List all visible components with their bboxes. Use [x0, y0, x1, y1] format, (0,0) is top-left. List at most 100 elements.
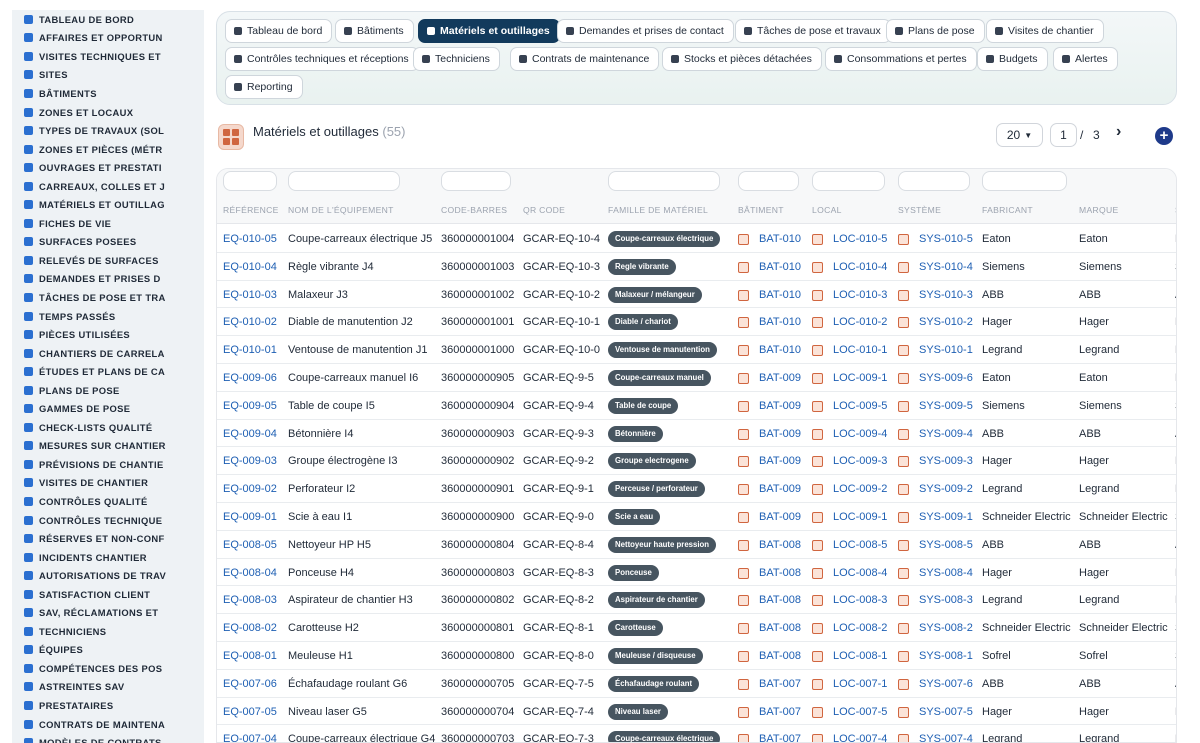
cell-system[interactable]: SYS-008-5	[919, 539, 973, 551]
cell-ref[interactable]: EQ-009-06	[223, 372, 277, 384]
cell-system[interactable]: SYS-009-4	[919, 428, 973, 440]
cell-ref[interactable]: EQ-010-04	[223, 261, 277, 273]
cell-ref[interactable]: EQ-007-06	[223, 678, 277, 690]
table-row[interactable]: EQ-010-05 Coupe-carreaux électrique J5 360…	[217, 225, 1176, 253]
cell-ref[interactable]: EQ-009-01	[223, 511, 277, 523]
cell-system[interactable]: SYS-009-2	[919, 483, 973, 495]
table-row[interactable]: EQ-010-04 Règle vibrante J4 360000001003 GC…	[217, 253, 1176, 281]
column-filter-input[interactable]	[982, 171, 1067, 191]
column-filter-input[interactable]	[812, 171, 885, 191]
cell-building[interactable]: BAT-010	[759, 289, 801, 301]
sidebar-item[interactable]: Temps passés	[12, 307, 204, 326]
tab[interactable]: Budgets	[977, 47, 1048, 71]
cell-building[interactable]: BAT-009	[759, 483, 801, 495]
sidebar-item[interactable]: Zones et pièces (métr	[12, 140, 204, 159]
table-row[interactable]: EQ-010-01 Ventouse de manutention J1 36000…	[217, 336, 1176, 364]
tab[interactable]: Alertes	[1053, 47, 1118, 71]
cell-system[interactable]: SYS-010-2	[919, 316, 973, 328]
table-row[interactable]: EQ-008-02 Carotteuse H2 360000000801 GCAR-E…	[217, 614, 1176, 642]
cell-local[interactable]: LOC-008-4	[833, 567, 887, 579]
cell-local[interactable]: LOC-009-3	[833, 455, 887, 467]
sidebar-item[interactable]: Affaires et opportun	[12, 29, 204, 48]
sidebar-item[interactable]: Types de travaux (sol	[12, 121, 204, 140]
column-filter-input[interactable]	[223, 171, 277, 191]
sidebar-item[interactable]: Pièces utilisées	[12, 325, 204, 344]
cell-ref[interactable]: EQ-009-04	[223, 428, 277, 440]
cell-ref[interactable]: EQ-008-03	[223, 594, 277, 606]
cell-building[interactable]: BAT-008	[759, 567, 801, 579]
sidebar-item[interactable]: Autorisations de trav	[12, 566, 204, 585]
cell-local[interactable]: LOC-007-4	[833, 733, 887, 742]
sidebar-item[interactable]: Ouvrages et prestati	[12, 158, 204, 177]
table-row[interactable]: EQ-010-03 Malaxeur J3 360000001002 GCAR-EQ-…	[217, 281, 1176, 309]
tab[interactable]: Consommations et pertes	[825, 47, 977, 71]
column-filter-input[interactable]	[441, 171, 511, 191]
column-header[interactable]: Famille de matériel	[608, 205, 708, 215]
cell-local[interactable]: LOC-010-2	[833, 316, 887, 328]
cell-system[interactable]: SYS-007-6	[919, 678, 973, 690]
sidebar-item[interactable]: Études et plans de ca	[12, 362, 204, 381]
table-row[interactable]: EQ-009-01 Scie à eau I1 360000000900 GCAR-E…	[217, 503, 1176, 531]
table-row[interactable]: EQ-009-06 Coupe-carreaux manuel I6 3600000…	[217, 364, 1176, 392]
sidebar-item[interactable]: Demandes et prises d	[12, 270, 204, 289]
cell-local[interactable]: LOC-008-3	[833, 594, 887, 606]
tab[interactable]: Tâches de pose et travaux	[735, 19, 891, 43]
sidebar-item[interactable]: Contrats de maintena	[12, 715, 204, 734]
cell-building[interactable]: BAT-009	[759, 400, 801, 412]
cell-building[interactable]: BAT-010	[759, 344, 801, 356]
cell-system[interactable]: SYS-010-5	[919, 233, 973, 245]
cell-local[interactable]: LOC-009-2	[833, 483, 887, 495]
cell-ref[interactable]: EQ-010-02	[223, 316, 277, 328]
table-row[interactable]: EQ-008-04 Ponceuse H4 360000000803 GCAR-EQ-…	[217, 559, 1176, 587]
sidebar-item[interactable]: Matériels et outillag	[12, 195, 204, 214]
table-row[interactable]: EQ-007-05 Niveau laser G5 360000000704 GCAR…	[217, 698, 1176, 726]
table-row[interactable]: EQ-010-02 Diable de manutention J2 3600000…	[217, 308, 1176, 337]
cell-ref[interactable]: EQ-008-02	[223, 622, 277, 634]
cell-local[interactable]: LOC-009-1	[833, 372, 887, 384]
sidebar-item[interactable]: Mesures sur chantier	[12, 437, 204, 456]
tab[interactable]: Bâtiments	[335, 19, 414, 43]
column-header[interactable]: Système	[898, 205, 941, 215]
column-filter-input[interactable]	[738, 171, 799, 191]
table-row[interactable]: EQ-008-03 Aspirateur de chantier H3 360000…	[217, 586, 1176, 615]
add-record-icon[interactable]: +	[1155, 127, 1173, 145]
cell-local[interactable]: LOC-008-2	[833, 622, 887, 634]
cell-building[interactable]: BAT-010	[759, 316, 801, 328]
cell-ref[interactable]: EQ-008-05	[223, 539, 277, 551]
sidebar-item[interactable]: Surfaces posees	[12, 233, 204, 252]
sidebar-item[interactable]: Équipes	[12, 641, 204, 660]
cell-building[interactable]: BAT-010	[759, 261, 801, 273]
cell-system[interactable]: SYS-010-1	[919, 344, 973, 356]
cell-local[interactable]: LOC-008-1	[833, 650, 887, 662]
cell-system[interactable]: SYS-008-3	[919, 594, 973, 606]
sidebar-item[interactable]: Zones et locaux	[12, 103, 204, 122]
sidebar-item[interactable]: Tâches de pose et tra	[12, 288, 204, 307]
table-row[interactable]: EQ-009-05 Table de coupe I5 360000000904 GC…	[217, 392, 1176, 420]
sidebar-item[interactable]: Contrôles qualité	[12, 492, 204, 511]
column-header[interactable]: S	[1175, 205, 1176, 215]
sidebar-item[interactable]: Visites de chantier	[12, 474, 204, 493]
table-row[interactable]: EQ-007-04 Coupe-carreaux électrique G4 360…	[217, 725, 1176, 742]
tab[interactable]: Tableau de bord	[225, 19, 333, 43]
cell-system[interactable]: SYS-009-6	[919, 372, 973, 384]
cell-building[interactable]: BAT-008	[759, 650, 801, 662]
table-row[interactable]: EQ-009-04 Bétonnière I4 360000000903 GCAR-E…	[217, 420, 1176, 448]
cell-system[interactable]: SYS-008-4	[919, 567, 973, 579]
table-row[interactable]: EQ-009-03 Groupe électrogène I3 3600000009…	[217, 447, 1176, 476]
sidebar-item[interactable]: Carreaux, colles et j	[12, 177, 204, 196]
cell-system[interactable]: SYS-010-3	[919, 289, 973, 301]
tab[interactable]: Matériels et outillages	[418, 19, 560, 43]
cell-ref[interactable]: EQ-007-05	[223, 706, 277, 718]
sidebar-item[interactable]: Tableau de bord	[12, 10, 204, 29]
sidebar-item[interactable]: Relevés de surfaces	[12, 251, 204, 270]
table-row[interactable]: EQ-007-06 Échafaudage roulant G6 360000000…	[217, 670, 1176, 698]
cell-building[interactable]: BAT-008	[759, 594, 801, 606]
cell-local[interactable]: LOC-010-3	[833, 289, 887, 301]
column-header[interactable]: Bâtiment	[738, 205, 784, 215]
sidebar-item[interactable]: Plans de pose	[12, 381, 204, 400]
cell-ref[interactable]: EQ-010-05	[223, 233, 277, 245]
cell-system[interactable]: SYS-008-1	[919, 650, 973, 662]
cell-ref[interactable]: EQ-008-04	[223, 567, 277, 579]
cell-ref[interactable]: EQ-009-05	[223, 400, 277, 412]
tab[interactable]: Stocks et pièces détachées	[662, 47, 822, 71]
